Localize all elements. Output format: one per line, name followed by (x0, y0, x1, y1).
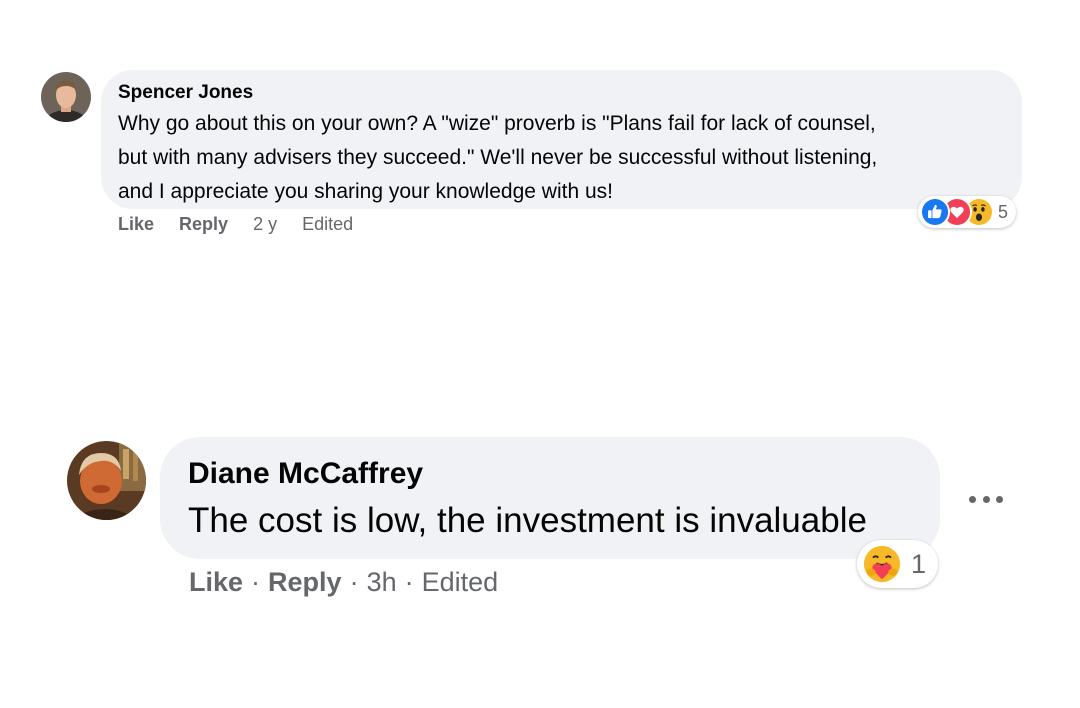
timestamp[interactable]: 3h (367, 567, 397, 598)
more-horizontal-icon[interactable] (966, 482, 1006, 516)
more-dot (969, 495, 976, 503)
separator: · (349, 566, 359, 597)
more-dot (982, 495, 990, 503)
comment-text-line: but with many advisers they succeed." We… (118, 146, 878, 169)
reaction-count: 5 (998, 201, 1009, 222)
reply-button[interactable]: Reply (268, 567, 342, 598)
separator: · (404, 566, 414, 597)
comment-bubble: Diane McCaffrey The cost is low, the inv… (160, 437, 940, 559)
edited-label[interactable]: Edited (422, 567, 499, 598)
avatar[interactable] (41, 72, 91, 122)
comment-bubble: Spencer Jones Why go about this on your … (101, 70, 1022, 209)
comment-actions: Like · Reply · 3h · Edited (189, 564, 498, 600)
comment-text-line: and I appreciate you sharing your knowle… (118, 180, 613, 203)
comment-text-line: Why go about this on your own? A "wize" … (118, 112, 876, 135)
timestamp[interactable]: 2 y (253, 214, 277, 235)
like-icon (920, 197, 950, 227)
separator: · (251, 566, 261, 597)
comment-text-line: The cost is low, the investment is inval… (188, 501, 867, 540)
reactions-summary[interactable]: 5 (918, 196, 1017, 228)
avatar[interactable] (67, 441, 146, 520)
like-button[interactable]: Like (118, 214, 154, 235)
comment-actions: Like Reply 2 y Edited (118, 212, 378, 236)
reaction-count: 1 (911, 548, 927, 579)
reply-button[interactable]: Reply (179, 214, 228, 235)
care-icon (861, 543, 903, 585)
more-dot (996, 495, 1003, 503)
like-button[interactable]: Like (189, 567, 243, 598)
comment-author[interactable]: Spencer Jones (118, 81, 1005, 105)
comment-author[interactable]: Diane McCaffrey (188, 455, 912, 493)
edited-label[interactable]: Edited (302, 214, 353, 235)
reactions-summary[interactable]: 1 (857, 540, 939, 588)
